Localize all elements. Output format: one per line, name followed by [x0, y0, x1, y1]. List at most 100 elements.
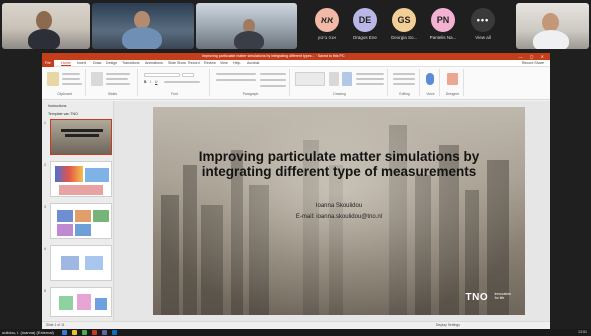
find-button[interactable] [393, 73, 415, 75]
section-instructions[interactable]: Instructions [48, 104, 66, 108]
share-button[interactable]: Record Share [522, 61, 544, 65]
reset-button[interactable] [106, 78, 128, 80]
cut-button[interactable] [62, 73, 80, 75]
thumb-map [93, 210, 109, 222]
slide-thumbnail[interactable] [50, 119, 112, 155]
slide-thumbnail[interactable] [50, 245, 112, 281]
copy-button[interactable] [62, 78, 80, 80]
new-slide-icon[interactable] [91, 72, 103, 86]
quick-access-toolbar[interactable] [46, 54, 74, 67]
tab-acrobat[interactable]: Acrobat [247, 61, 259, 65]
thumb-map [57, 210, 73, 222]
tab-slide-show[interactable]: Slide Show [168, 61, 186, 65]
tab-transitions[interactable]: Transitions [122, 61, 139, 65]
participant-avatar-2[interactable]: DE Dragos Ene [345, 8, 385, 40]
more-icon: ••• [471, 8, 495, 32]
convert-smartart-button[interactable] [260, 85, 286, 87]
align-text-button[interactable] [260, 79, 286, 81]
shape-effects-button[interactable] [356, 83, 384, 85]
arrange-icon[interactable] [329, 72, 339, 86]
quick-styles-icon[interactable] [342, 72, 352, 86]
tab-file[interactable]: File [42, 60, 54, 67]
shapes-gallery[interactable] [295, 72, 325, 86]
tab-design[interactable]: Design [106, 61, 117, 65]
slide[interactable]: Improving particulate matter simulations… [153, 107, 525, 315]
font-tools[interactable] [164, 81, 200, 83]
logo-mark: TNO [465, 292, 489, 303]
app-icon[interactable] [82, 330, 87, 335]
tab-animations[interactable]: Animations [145, 61, 163, 65]
italic-icon[interactable]: I [150, 80, 151, 84]
app-icon[interactable] [62, 330, 67, 335]
logo-tagline: innovation for life [494, 292, 511, 300]
designer-icon[interactable] [447, 73, 458, 85]
format-painter-button[interactable] [62, 83, 82, 85]
participant-name: Pantelis Na... [429, 35, 457, 40]
layout-button[interactable] [106, 73, 130, 75]
select-button[interactable] [393, 83, 415, 85]
video-tile-3[interactable] [196, 3, 297, 49]
tab-review[interactable]: Review [204, 61, 216, 65]
thumb-map [75, 224, 91, 236]
video-tile-4[interactable] [516, 3, 589, 49]
slide-thumbnail-pane[interactable]: Instructions Template van TNO 1 2 3 4 5 [42, 101, 114, 321]
slide-thumbnail[interactable] [50, 161, 112, 197]
list-buttons[interactable] [216, 73, 256, 75]
video-tile-1[interactable] [2, 3, 90, 49]
tab-view[interactable]: View [220, 61, 228, 65]
section-template[interactable]: Template van TNO [48, 112, 78, 116]
thumb-number: 4 [44, 247, 46, 251]
slide-thumbnail[interactable] [50, 203, 112, 239]
tab-draw[interactable]: Draw [93, 61, 101, 65]
outlook-icon[interactable] [112, 330, 117, 335]
slide-thumbnail[interactable] [50, 287, 112, 317]
view-all-button[interactable]: ••• View all [463, 8, 503, 40]
teams-icon[interactable] [102, 330, 107, 335]
slide-author[interactable]: Ioanna Skoulidou [153, 203, 525, 209]
align-buttons[interactable] [216, 79, 256, 81]
thumb-map [77, 294, 91, 310]
ribbon-group-font: B I U Font [140, 69, 210, 96]
ribbon-group-designer: Designer [442, 69, 464, 96]
tab-home[interactable]: Home [61, 61, 71, 66]
paste-icon[interactable] [47, 72, 59, 86]
slide-canvas[interactable]: Improving particulate matter simulations… [114, 101, 550, 321]
participant-avatar-3[interactable]: GS Georgia So... [384, 8, 424, 40]
thumb-map [75, 210, 91, 222]
text-direction-button[interactable] [260, 73, 286, 75]
thumb-title-bar [61, 129, 103, 132]
folder-icon[interactable] [72, 330, 77, 335]
shape-outline-button[interactable] [356, 78, 384, 80]
group-label: Editing [399, 92, 410, 96]
thumb-map [59, 185, 103, 195]
view-all-label: View all [475, 35, 491, 40]
group-label: Voice [426, 92, 435, 96]
dictate-icon[interactable] [426, 73, 434, 85]
replace-button[interactable] [393, 78, 415, 80]
tab-help[interactable]: Help [233, 61, 240, 65]
participant-body [122, 27, 162, 49]
section-button[interactable] [106, 83, 130, 85]
participant-avatar-1[interactable]: אא אנה ביטון [307, 8, 347, 40]
thumb-map [59, 296, 73, 310]
thumb-number: 5 [44, 289, 46, 293]
document-title: Improving particulate matter simulations… [202, 54, 345, 58]
group-label: Font [171, 92, 178, 96]
window-controls[interactable]: — ▢ ✕ [519, 54, 547, 59]
thumb-map [57, 224, 73, 236]
display-settings-button[interactable]: Display Settings [436, 323, 460, 327]
font-size-select[interactable] [182, 73, 194, 77]
participant-avatar-4[interactable]: PN Pantelis Na... [423, 8, 463, 40]
slide-title[interactable]: Improving particulate matter simulations… [193, 149, 485, 179]
shape-fill-button[interactable] [356, 73, 384, 75]
taskbar: oulidou, I. (Ioanna) (External) 13:51 [0, 329, 591, 336]
participant-name: אנה ביטון [318, 35, 336, 40]
underline-icon[interactable]: U [155, 80, 157, 84]
tab-insert[interactable]: Insert [77, 61, 86, 65]
font-name-select[interactable] [144, 73, 180, 77]
tab-record[interactable]: Record [188, 61, 200, 65]
video-tile-2[interactable] [92, 3, 194, 49]
powerpoint-icon[interactable] [92, 330, 97, 335]
bold-icon[interactable]: B [144, 80, 146, 84]
slide-email[interactable]: E-mail: ioanna.skoulidou@tno.nl [153, 214, 525, 220]
